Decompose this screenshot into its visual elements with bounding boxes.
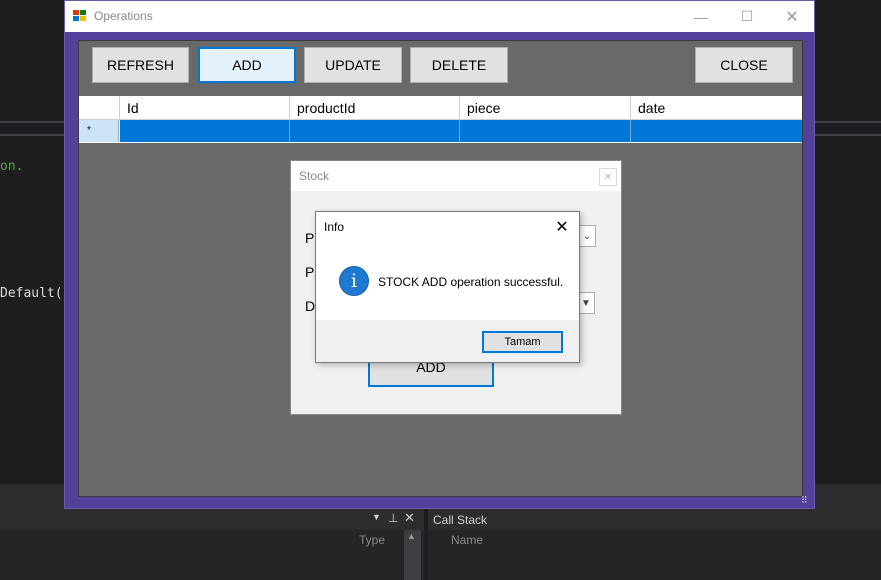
ide-panel-header-left [0,509,424,530]
call-stack-title: Call Stack [433,513,488,527]
operations-grid[interactable]: Id productId piece date * [79,96,802,143]
grid-column-header[interactable]: productId [290,96,460,120]
delete-button[interactable]: DELETE [410,47,508,83]
product-label: P [305,230,315,246]
new-row-marker[interactable]: * [79,120,119,142]
maximize-icon[interactable]: ☐ [724,1,770,32]
info-title: Info [324,220,345,234]
ok-button[interactable]: Tamam [482,331,563,353]
grid-corner-header [79,96,120,120]
type-column-header: Type [359,533,386,547]
grid-cell[interactable] [290,120,460,142]
info-icon: i [339,266,369,296]
grid-cell[interactable] [120,120,290,142]
update-button[interactable]: UPDATE [304,47,402,83]
add-button[interactable]: ADD [198,47,296,83]
chevron-down-icon[interactable]: ▼ [372,512,381,522]
grid-column-header[interactable]: piece [460,96,631,120]
code-text: on. [0,159,24,174]
minimize-icon[interactable]: — [678,1,724,32]
ide-panel-divider[interactable] [424,509,428,580]
grid-cell[interactable] [460,120,631,142]
refresh-button[interactable]: REFRESH [92,47,189,83]
resize-grip-icon[interactable]: ⠿ [801,495,808,506]
close-button[interactable]: CLOSE [695,47,793,83]
close-icon[interactable]: ✕ [549,216,575,238]
code-text: Default( [0,286,63,301]
grid-cell[interactable] [631,120,802,142]
close-icon[interactable]: ✕ [404,510,415,526]
app-icon [73,10,87,22]
ide-panel-header-right [428,509,881,530]
close-icon[interactable]: ✕ [599,168,617,186]
info-dialog: Info ✕ i STOCK ADD operation successful.… [315,211,580,363]
operations-title-bar: Operations — ☐ ✕ [65,1,814,32]
scroll-up-icon[interactable]: ▲ [407,531,416,541]
chevron-down-icon[interactable]: ⌄ [578,225,596,247]
date-label: D [305,298,316,314]
grid-column-header[interactable]: Id [120,96,290,120]
info-message: STOCK ADD operation successful. [378,275,564,289]
name-column-header: Name [451,533,484,547]
pin-icon[interactable]: ⊥ [388,511,398,525]
grid-column-header[interactable]: date [631,96,802,120]
close-icon[interactable]: ✕ [769,1,815,32]
stock-title: Stock [299,169,330,183]
stock-title-bar: Stock ✕ [291,161,621,191]
info-footer: Tamam [316,320,579,362]
window-title: Operations [94,9,153,23]
piece-label: P [305,264,315,280]
